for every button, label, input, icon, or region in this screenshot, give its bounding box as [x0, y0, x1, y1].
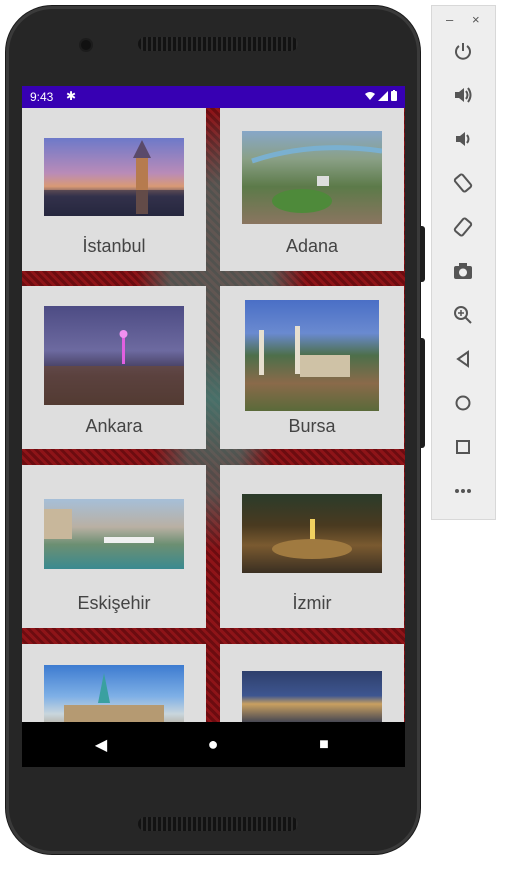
- more-icon[interactable]: [448, 476, 478, 506]
- battery-icon: [391, 90, 397, 101]
- city-name: İzmir: [292, 593, 332, 613]
- city-card-adana[interactable]: Adana: [220, 108, 404, 271]
- back-icon[interactable]: [448, 344, 478, 374]
- nav-back-icon[interactable]: ◀: [86, 722, 116, 767]
- rotate-left-icon[interactable]: [448, 168, 478, 198]
- power-icon[interactable]: [448, 36, 478, 66]
- city-card-izmir[interactable]: İzmir: [220, 465, 404, 628]
- camera-icon[interactable]: [448, 256, 478, 286]
- volume-side-button[interactable]: [420, 226, 425, 282]
- city-card-ankara[interactable]: Ankara: [22, 286, 206, 449]
- wifi-icon: [365, 91, 375, 100]
- rotate-right-icon[interactable]: [448, 212, 478, 242]
- city-card-eskisehir[interactable]: Eskişehir: [22, 465, 206, 628]
- istanbul-photo: [44, 138, 184, 216]
- cell-signal-icon: [378, 90, 388, 101]
- emulator-toolbar: – ×: [431, 5, 496, 520]
- front-camera: [81, 40, 91, 50]
- volume-up-icon[interactable]: [448, 80, 478, 110]
- city-card-bursa[interactable]: Bursa: [220, 286, 404, 449]
- city-name: Adana: [285, 236, 339, 256]
- nav-recents-icon[interactable]: ■: [309, 722, 339, 767]
- zoom-icon[interactable]: [448, 300, 478, 330]
- ankara-photo: [44, 306, 184, 405]
- city-card-konya[interactable]: [22, 644, 206, 722]
- overview-icon[interactable]: [448, 432, 478, 462]
- bottom-speaker: [138, 817, 298, 831]
- city-night-photo: [242, 671, 382, 722]
- eskisehir-photo: [44, 499, 184, 569]
- power-side-button[interactable]: [420, 338, 425, 448]
- city-name: Bursa: [288, 416, 336, 436]
- konya-photo: [44, 665, 184, 722]
- adana-photo: [242, 131, 382, 224]
- city-name: Ankara: [85, 416, 143, 436]
- close-button[interactable]: ×: [472, 12, 480, 27]
- city-card-istanbul[interactable]: İstanbul: [22, 108, 206, 271]
- settings-gear-icon: ✱: [66, 89, 77, 103]
- izmir-photo: [242, 494, 382, 573]
- nav-home-icon[interactable]: ●: [198, 722, 228, 767]
- city-grid[interactable]: İstanbul Adana Ankara Bursa Eskişehir İz…: [22, 108, 405, 722]
- minimize-button[interactable]: –: [446, 12, 453, 27]
- status-bar: 9:43 ✱: [22, 86, 405, 108]
- top-speaker: [138, 37, 298, 51]
- navigation-bar: ◀ ● ■: [22, 722, 405, 767]
- bursa-photo: [245, 300, 379, 411]
- screen: 9:43 ✱ İstanbul Adana Ankara Bursa Eskiş…: [22, 86, 405, 767]
- city-name: İstanbul: [82, 236, 146, 256]
- city-card-unnamed[interactable]: [220, 644, 404, 722]
- city-name: Eskişehir: [77, 593, 151, 613]
- home-icon[interactable]: [448, 388, 478, 418]
- volume-down-icon[interactable]: [448, 124, 478, 154]
- status-time: 9:43: [30, 90, 54, 104]
